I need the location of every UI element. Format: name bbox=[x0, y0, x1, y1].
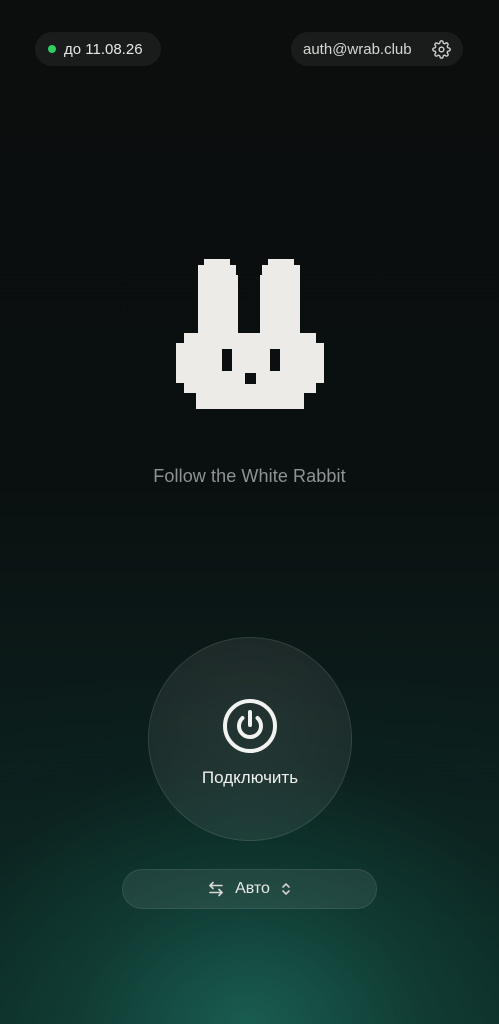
connect-label: Подключить bbox=[201, 768, 299, 787]
mode-selector[interactable]: Авто bbox=[122, 869, 377, 909]
power-icon bbox=[223, 699, 277, 753]
rabbit-logo bbox=[176, 259, 324, 409]
chevron-up-down-icon bbox=[282, 883, 290, 895]
mode-value: Авто bbox=[235, 880, 270, 897]
connect-button[interactable]: Подключить bbox=[148, 637, 352, 841]
tagline: Follow the White Rabbit bbox=[153, 466, 346, 486]
app-screen: до 11.08.26 auth@wrab.club Follow the Wh… bbox=[0, 0, 499, 1024]
subscription-badge: до 11.08.26 bbox=[35, 32, 161, 66]
account-email: auth@wrab.club bbox=[303, 40, 412, 58]
status-dot bbox=[48, 45, 56, 53]
settings-button[interactable] bbox=[431, 39, 451, 59]
gear-icon bbox=[431, 39, 451, 59]
account-pill[interactable]: auth@wrab.club bbox=[291, 32, 463, 66]
swap-arrows-icon bbox=[209, 881, 223, 897]
subscription-expiry: до 11.08.26 bbox=[64, 40, 143, 58]
